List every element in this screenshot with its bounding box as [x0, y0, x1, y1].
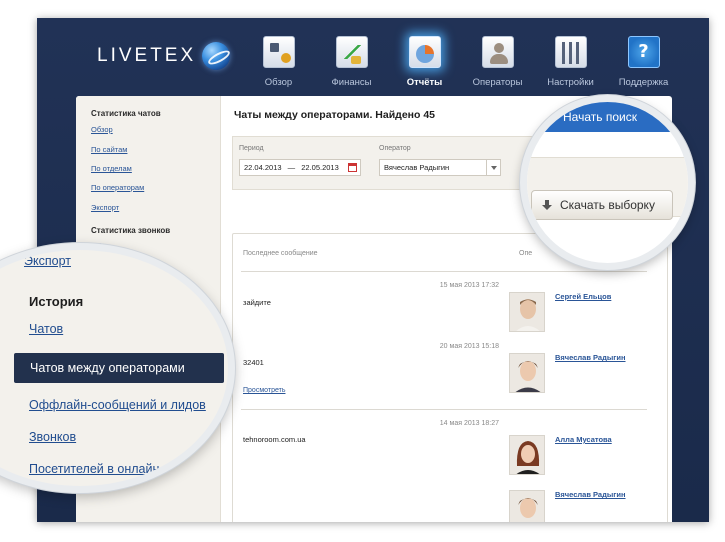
period-label: Период [239, 145, 264, 152]
sidebar-heading-chat-stats: Статистика чатов [91, 109, 161, 118]
column-header-last-message: Последнее сообщение [243, 250, 318, 257]
avatar[interactable] [509, 435, 545, 475]
history-link-chats[interactable]: Чатов [29, 322, 63, 336]
history-link-calls[interactable]: Звонков [29, 430, 76, 444]
operator-select-value: Вячеслав Радыгин [384, 163, 450, 172]
nav-label: Отчёты [406, 77, 443, 88]
history-link-offline[interactable]: Оффлайн-сообщений и лидов [29, 398, 206, 412]
date-separator: — [287, 163, 296, 172]
sidebar-heading-call-stats: Статистика звонков [91, 226, 171, 235]
reports-icon [408, 36, 441, 68]
globe-logo-icon [202, 42, 231, 70]
message-date: 20 мая 2013 15:18 [439, 343, 499, 350]
message-date: 14 мая 2013 18:27 [439, 420, 499, 427]
column-header-operators: Опе [519, 250, 533, 257]
history-link-operator-chats-label: Чатов между операторами [30, 361, 185, 375]
sidebar-link-by-departments[interactable]: По отделам [91, 164, 132, 173]
settings-sliders-icon [554, 36, 587, 68]
screenshot-stage: LIVETEX Обзор Финансы Отчёты Операторы Н… [0, 0, 725, 542]
finance-chart-icon [335, 36, 368, 68]
history-link-export[interactable]: Экспорт [24, 254, 71, 268]
message-text: tehnoroom.com.ua [243, 435, 306, 444]
nav-item-support[interactable]: Поддержка [607, 36, 680, 88]
message-date: 15 мая 2013 17:32 [439, 282, 499, 289]
divider [241, 409, 647, 410]
nav-label: Настройки [547, 77, 594, 88]
help-icon [627, 36, 660, 68]
avatar[interactable] [509, 353, 545, 393]
download-icon [542, 199, 552, 211]
logo-text: LIVETEX [97, 45, 197, 66]
avatar[interactable] [509, 490, 545, 522]
divider [241, 271, 647, 272]
history-link-operator-chats[interactable]: Чатов между операторами [14, 353, 224, 383]
operator-icon [481, 36, 514, 68]
sidebar-link-by-operators[interactable]: По операторам [91, 183, 144, 192]
operator-name-link[interactable]: Алла Мусатова [555, 435, 612, 444]
download-selection-button[interactable]: Скачать выборку [531, 190, 673, 220]
sidebar-link-by-sites[interactable]: По сайтам [91, 145, 127, 154]
download-button-label: Скачать выборку [560, 198, 655, 212]
top-nav: Обзор Финансы Отчёты Операторы Настройки… [242, 36, 680, 88]
message-text: зайдите [243, 298, 271, 307]
avatar[interactable] [509, 292, 545, 332]
operator-name-link[interactable]: Вячеслав Радыгин [555, 490, 626, 499]
overview-icon [262, 36, 295, 68]
chevron-down-icon [486, 160, 500, 175]
chat-list: Последнее сообщение Опе 15 мая 2013 17:3… [232, 233, 668, 522]
nav-label: Операторы [472, 77, 523, 88]
message-text: 32401 [243, 358, 264, 367]
nav-label: Обзор [264, 77, 293, 88]
operator-name-link[interactable]: Сергей Ельцов [555, 292, 611, 301]
nav-item-settings[interactable]: Настройки [534, 36, 607, 88]
nav-label: Финансы [331, 77, 372, 88]
operator-label: Оператор [379, 145, 411, 152]
history-heading: История [29, 294, 84, 309]
calendar-icon[interactable] [348, 163, 357, 172]
search-button-label: Начать поиск [563, 110, 637, 124]
livetex-logo[interactable]: LIVETEX [97, 42, 231, 70]
history-link-online-visitors[interactable]: Посетителей в онлайн [29, 462, 159, 476]
nav-item-overview[interactable]: Обзор [242, 36, 315, 88]
nav-item-operators[interactable]: Операторы [461, 36, 534, 88]
page-title: Чаты между операторами. Найдено 45 [234, 109, 436, 121]
sidebar-link-export[interactable]: Экспорт [91, 203, 119, 212]
nav-label: Поддержка [618, 77, 669, 88]
operator-select[interactable]: Вячеслав Радыгин [379, 159, 501, 176]
nav-item-reports[interactable]: Отчёты [388, 36, 461, 88]
sidebar-link-overview[interactable]: Обзор [91, 125, 113, 134]
date-to: 22.05.2013 [301, 163, 339, 172]
period-range-field[interactable]: 22.04.2013 — 22.05.2013 [239, 159, 361, 176]
nav-item-finance[interactable]: Финансы [315, 36, 388, 88]
view-chat-link[interactable]: Просмотреть [243, 387, 285, 394]
date-from: 22.04.2013 [244, 163, 282, 172]
magnifier-download: Начать поиск Скачать выборку [520, 95, 695, 270]
operator-name-link[interactable]: Вячеслав Радыгин [555, 353, 626, 362]
